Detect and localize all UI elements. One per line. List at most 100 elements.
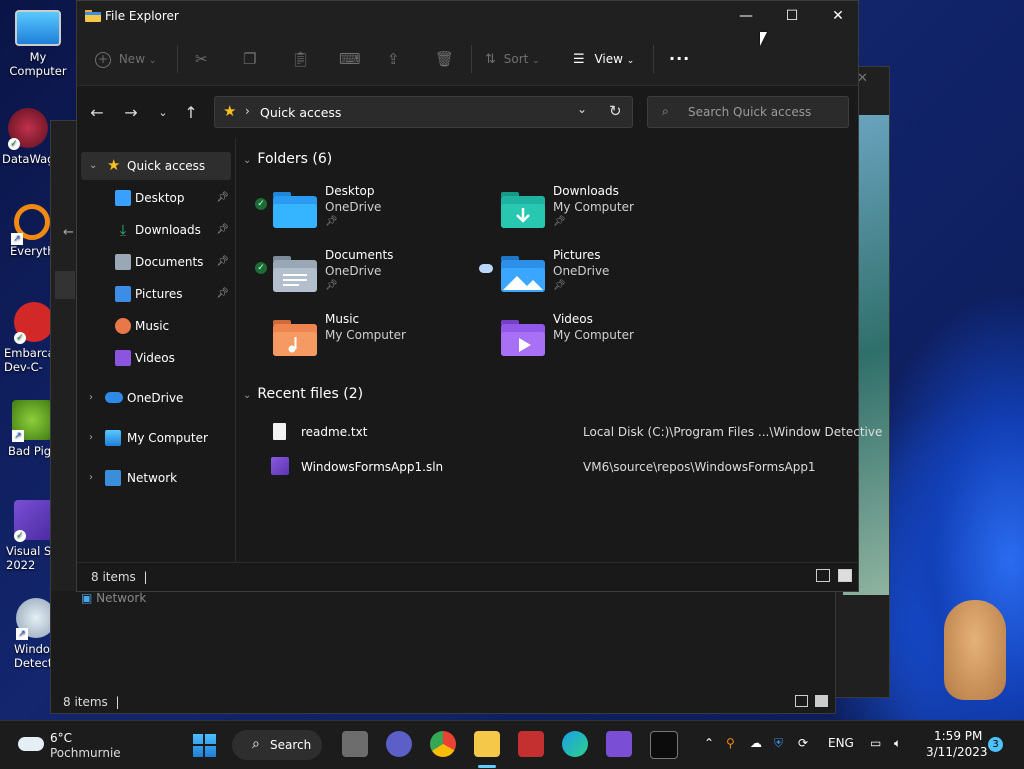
everything-tray-icon[interactable]: ⚲ [726, 736, 735, 750]
pin-icon: 📌︎ [216, 192, 229, 203]
file-explorer-window[interactable]: File Explorer — ☐ ✕ + New ⌄ ✂ ❐ 📋︎ ⌨︎ ⇪ … [76, 0, 882, 592]
tiles-view-icon[interactable] [814, 695, 828, 707]
star-icon: ★ [107, 156, 121, 174]
back-button[interactable]: ← [85, 102, 109, 124]
cut-button[interactable]: ✂ [195, 47, 208, 71]
navigation-row: ← → ⌄ ↑ ★ › Quick access ⌄ ↻ ⌕ Search Qu… [77, 86, 858, 138]
trash-icon: 🗑︎ [435, 50, 455, 68]
toolbar-separator [471, 45, 472, 73]
address-dropdown-icon[interactable]: ⌄ [577, 102, 587, 116]
file-explorer-taskbar-icon[interactable] [474, 731, 500, 757]
title-bar[interactable]: File Explorer — ☐ ✕ [77, 1, 858, 33]
music-folder-icon [273, 320, 317, 356]
language-indicator[interactable]: ENG [828, 736, 854, 750]
chat-icon[interactable] [386, 731, 412, 757]
folders-section-header[interactable]: ⌄ Folders (6) [243, 151, 332, 167]
volume-icon[interactable]: 🔈︎ [894, 736, 901, 751]
search-input[interactable]: Search Quick access [688, 105, 811, 119]
sidebar-item-pictures[interactable]: Pictures 📌︎ [77, 280, 235, 308]
visual-studio-taskbar-icon[interactable] [606, 731, 632, 757]
close-button[interactable]: ✕ [815, 1, 861, 33]
desktop-icon-my-computer[interactable]: My Computer [2, 10, 74, 78]
rename-button[interactable]: ⌨︎ [339, 47, 361, 71]
start-button[interactable] [192, 733, 216, 757]
delete-button[interactable]: 🗑︎ [435, 47, 454, 71]
sync-tray-icon[interactable]: ⟳ [798, 736, 808, 750]
sidebar-item-label: Desktop [135, 191, 185, 205]
sidebar-item-network[interactable]: ▣ Network [81, 591, 146, 605]
search-box[interactable]: ⌕ Search Quick access [647, 96, 849, 128]
sidebar-item-label: OneDrive [127, 391, 184, 405]
sidebar-item-quick-access[interactable]: ⌄ ★ Quick access [81, 152, 231, 180]
clock-time[interactable]: 1:59 PM [934, 729, 982, 743]
view-toggle[interactable] [795, 695, 829, 709]
forward-button[interactable]: → [119, 102, 143, 124]
folder-tile-pictures[interactable]: Pictures OneDrive 📌︎ [467, 248, 687, 306]
sidebar-item-music[interactable]: Music [77, 312, 235, 340]
pin-icon: 📌︎ [553, 216, 566, 227]
up-button[interactable]: ↑ [179, 102, 203, 124]
visual-studio-icon: ✓ [14, 500, 54, 542]
recent-files-section-header[interactable]: ⌄ Recent files (2) [243, 386, 363, 402]
folder-name: Downloads [553, 184, 619, 198]
sidebar-item-documents[interactable]: Documents 📌︎ [77, 248, 235, 276]
maximize-button[interactable]: ☐ [769, 1, 815, 33]
download-arrow-icon: ⤓ [119, 221, 127, 239]
sidebar-item-onedrive[interactable]: › OneDrive [77, 384, 235, 412]
defender-tray-icon[interactable]: ⛨ [774, 736, 783, 751]
chevron-down-icon[interactable]: ⌄ [89, 152, 97, 180]
sidebar-item-network[interactable]: › Network [77, 464, 235, 492]
folder-icon [85, 10, 101, 22]
onedrive-tray-icon[interactable]: ☁ [750, 736, 762, 750]
sort-button[interactable]: ⇅ Sort ⌄ [485, 47, 540, 71]
clock-date[interactable]: 3/11/2023 [926, 745, 988, 759]
taskbar-search-button[interactable]: ⌕ Search [232, 730, 322, 760]
folder-tile-videos[interactable]: Videos My Computer [467, 312, 687, 370]
chevron-down-icon: ⌄ [243, 155, 252, 166]
recent-locations-button[interactable]: ⌄ [151, 102, 175, 124]
datawag-icon: ✓ [8, 108, 48, 150]
sidebar-item-downloads[interactable]: ⤓ Downloads 📌︎ [77, 216, 235, 244]
recent-file-row[interactable]: WindowsFormsApp1.sln VM6\source\repos\Wi… [267, 453, 859, 481]
network-tray-icon[interactable]: ▭ [870, 736, 881, 750]
sort-button-label: Sort [503, 52, 529, 66]
details-view-icon[interactable] [816, 569, 830, 582]
edge-icon[interactable] [562, 731, 588, 757]
folder-tile-downloads[interactable]: Downloads My Computer 📌︎ [467, 184, 687, 242]
chrome-icon[interactable] [430, 731, 456, 757]
folder-tile-desktop[interactable]: ✓ Desktop OneDrive 📌︎ [239, 184, 459, 242]
sync-ok-icon: ✓ [255, 198, 267, 210]
chevron-right-icon[interactable]: › [89, 424, 93, 452]
chevron-up-icon[interactable]: ⌃ [704, 736, 714, 750]
tiles-view-icon[interactable] [838, 569, 852, 582]
recent-file-row[interactable]: readme.txt Local Disk (C:)\Program Files… [267, 418, 882, 446]
new-button[interactable]: + New ⌄ [95, 47, 156, 71]
microsoft-store-icon[interactable] [518, 731, 544, 757]
sidebar-item-videos[interactable]: Videos [77, 344, 235, 372]
notification-badge[interactable]: 3 [988, 737, 1003, 752]
weather-widget[interactable]: 6°C Pochmurnie [18, 729, 128, 763]
folder-tile-documents[interactable]: ✓ Documents OneDrive 📌︎ [239, 248, 459, 306]
chevron-right-icon[interactable]: › [89, 384, 93, 412]
minimize-button[interactable]: — [723, 1, 769, 33]
address-bar[interactable]: ★ › Quick access ⌄ ↻ [214, 96, 633, 128]
network-icon [105, 470, 121, 486]
refresh-icon[interactable]: ↻ [609, 102, 622, 120]
view-button[interactable]: ☰ View ⌄ [573, 47, 634, 71]
details-view-icon[interactable] [795, 695, 808, 707]
folder-tile-music[interactable]: Music My Computer [239, 312, 459, 370]
share-button[interactable]: ⇪ [387, 47, 400, 71]
more-options-button[interactable]: ··· [669, 47, 690, 71]
copy-button[interactable]: ❐ [243, 47, 256, 71]
paste-button[interactable]: 📋︎ [291, 47, 310, 71]
sidebar-item-my-computer[interactable]: › My Computer [77, 424, 235, 452]
arrow-left-icon: ← [90, 103, 104, 122]
text-file-icon [273, 423, 286, 440]
devcpp-icon: ✓ [14, 302, 54, 344]
sync-ok-icon: ✓ [14, 332, 26, 344]
chevron-down-icon: ⌄ [158, 106, 168, 119]
sidebar-item-desktop[interactable]: Desktop 📌︎ [77, 184, 235, 212]
chevron-right-icon[interactable]: › [89, 464, 93, 492]
task-view-icon[interactable] [342, 731, 368, 757]
terminal-icon[interactable] [650, 731, 678, 759]
